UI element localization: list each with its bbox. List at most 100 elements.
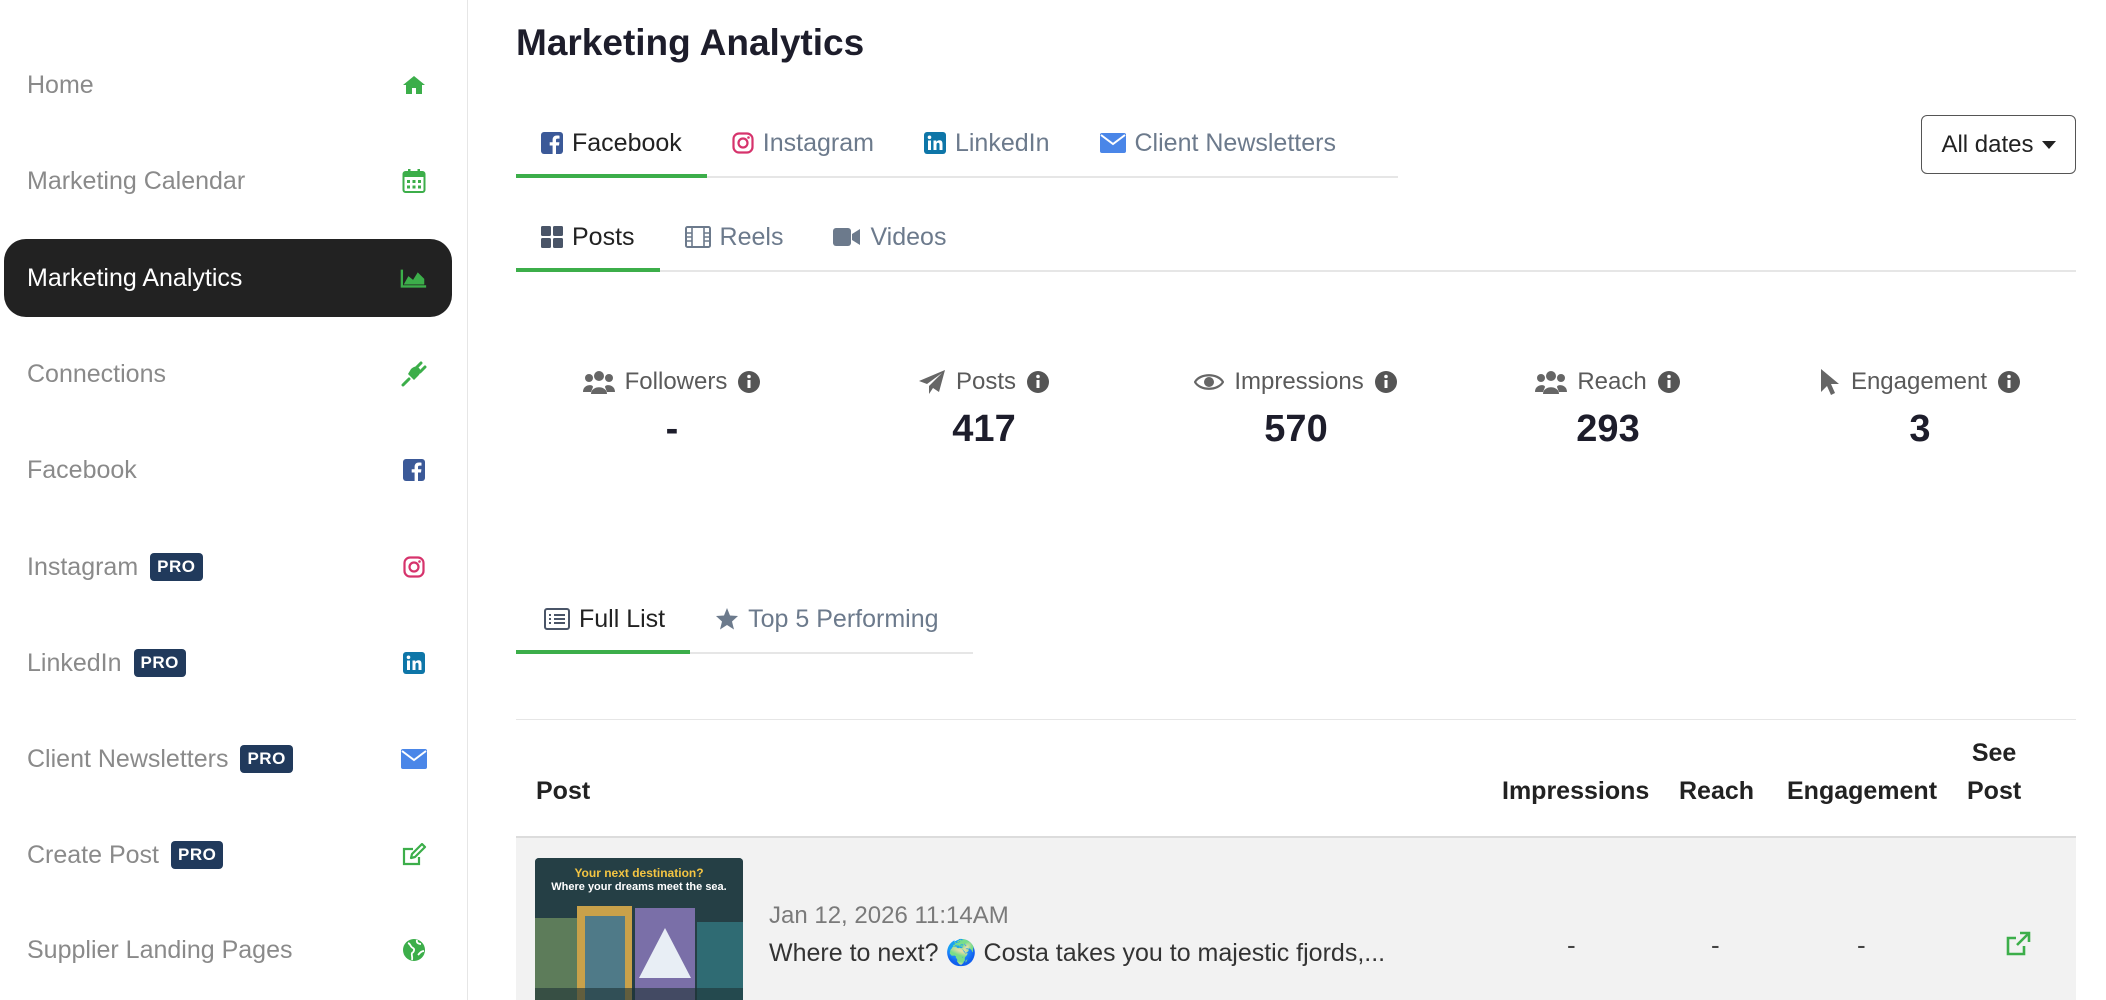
tab-facebook[interactable]: Facebook <box>516 110 707 178</box>
plug-icon <box>400 360 428 388</box>
sidebar-item-instagram[interactable]: Instagram PRO <box>4 528 452 606</box>
post-date: Jan 12, 2026 11:14AM <box>769 902 1009 929</box>
tab-label: Videos <box>870 222 947 251</box>
tab-label: LinkedIn <box>954 128 1050 157</box>
sidebar-item-label: Instagram <box>27 552 139 581</box>
instagram-icon <box>400 553 428 581</box>
home-icon <box>400 71 428 99</box>
instagram-icon <box>732 132 754 154</box>
stat-label: Impressions <box>1234 368 1364 395</box>
envelope-icon <box>400 745 428 773</box>
sidebar: Home Marketing Calendar Marketing Analyt… <box>0 0 468 1000</box>
date-filter-dropdown[interactable]: All dates <box>1921 115 2076 174</box>
stat-engagement: Engagement 3 <box>1764 368 2076 451</box>
tab-top-5-performing[interactable]: Top 5 Performing <box>690 586 963 652</box>
pro-badge: PRO <box>171 841 224 869</box>
sidebar-item-label: Client Newsletters <box>27 744 229 773</box>
content-type-tabs: Posts Reels Videos <box>516 204 2076 272</box>
sidebar-item-label: Home <box>27 70 94 99</box>
globe-icon <box>400 936 428 964</box>
sidebar-item-label: Marketing Calendar <box>27 166 246 195</box>
pro-badge: PRO <box>240 745 293 773</box>
info-icon[interactable] <box>1026 370 1050 394</box>
tab-linkedin[interactable]: LinkedIn <box>899 110 1075 176</box>
external-link-icon[interactable] <box>2004 930 2034 960</box>
sidebar-item-label: Connections <box>27 359 166 388</box>
sidebar-item-label: Supplier Landing Pages <box>27 935 293 964</box>
tab-label: Top 5 Performing <box>748 604 939 633</box>
posts-table: Post Impressions Reach Engagement See Po… <box>516 719 2076 1000</box>
stat-impressions: Impressions 570 <box>1140 368 1452 451</box>
tab-full-list[interactable]: Full List <box>516 586 691 654</box>
col-engagement[interactable]: Engagement <box>1787 772 1937 810</box>
area-chart-icon <box>400 264 428 292</box>
caret-down-icon <box>2041 140 2056 149</box>
list-icon <box>544 608 570 630</box>
sidebar-item-label: Marketing Analytics <box>27 263 243 292</box>
tab-posts[interactable]: Posts <box>516 204 660 272</box>
grid-icon <box>541 226 563 248</box>
facebook-icon <box>541 132 563 154</box>
tab-label: Posts <box>572 222 635 251</box>
post-text: Where to next? 🌍 Costa takes you to maje… <box>769 939 1386 967</box>
envelope-icon <box>1099 133 1126 153</box>
tab-label: Instagram <box>762 128 874 157</box>
sidebar-item-supplier-landing-pages[interactable]: Supplier Landing Pages <box>4 911 452 989</box>
video-camera-icon <box>833 228 861 246</box>
facebook-icon <box>400 456 428 484</box>
stat-value: - <box>665 408 679 450</box>
col-reach[interactable]: Reach <box>1679 772 1754 810</box>
film-icon <box>684 226 711 248</box>
stat-value: 293 <box>1576 408 1640 450</box>
sidebar-item-marketing-analytics[interactable]: Marketing Analytics <box>4 239 452 317</box>
stat-label: Engagement <box>1850 368 1988 395</box>
stat-label: Followers <box>624 368 728 395</box>
col-post[interactable]: Post <box>536 772 590 810</box>
platform-tabs: Facebook Instagram LinkedIn Client Newsl… <box>516 110 1398 178</box>
tab-label: Reels <box>719 222 784 251</box>
sidebar-item-facebook[interactable]: Facebook <box>4 431 452 509</box>
users-icon <box>582 370 615 394</box>
sidebar-item-linkedin[interactable]: LinkedIn PRO <box>4 624 452 702</box>
sidebar-item-marketing-calendar[interactable]: Marketing Calendar <box>4 142 452 220</box>
stat-label: Reach <box>1577 368 1647 395</box>
users-icon <box>1535 370 1568 394</box>
cell-reach: - <box>1711 930 1720 960</box>
stat-reach: Reach 293 <box>1452 368 1764 451</box>
sidebar-item-create-post[interactable]: Create Post PRO <box>4 816 452 894</box>
tab-label: Full List <box>579 604 666 633</box>
linkedin-icon <box>400 649 428 677</box>
sidebar-item-label: LinkedIn <box>27 648 122 677</box>
page-title: Marketing Analytics <box>516 22 865 63</box>
sidebar-item-connections[interactable]: Connections <box>4 335 452 413</box>
info-icon[interactable] <box>737 370 761 394</box>
tab-client-newsletters[interactable]: Client Newsletters <box>1075 110 1361 176</box>
tab-videos[interactable]: Videos <box>808 204 971 270</box>
tab-label: Client Newsletters <box>1134 128 1336 157</box>
stat-value: 570 <box>1264 408 1328 450</box>
info-icon[interactable] <box>1997 370 2021 394</box>
stat-label: Posts <box>955 368 1017 395</box>
star-icon <box>716 608 739 630</box>
info-icon[interactable] <box>1657 370 1681 394</box>
col-impressions[interactable]: Impressions <box>1502 772 1649 810</box>
sidebar-item-client-newsletters[interactable]: Client Newsletters PRO <box>4 720 452 798</box>
calendar-icon <box>400 167 428 195</box>
sidebar-item-home[interactable]: Home <box>4 46 452 124</box>
tab-reels[interactable]: Reels <box>660 204 809 270</box>
info-icon[interactable] <box>1374 370 1398 394</box>
stat-value: 3 <box>1909 408 1931 450</box>
stats-summary: Followers - Posts 417 Impressions 570 Re… <box>516 368 2076 451</box>
post-thumbnail: Your next destination? Where your dreams… <box>535 858 743 1000</box>
linkedin-icon <box>923 132 946 154</box>
pro-badge: PRO <box>150 553 203 581</box>
table-row: Your next destination? Where your dreams… <box>516 838 2076 1000</box>
col-see-post-line1: See <box>1971 739 2017 767</box>
col-see-post: See Post <box>1967 734 2021 810</box>
table-header: Post Impressions Reach Engagement See Po… <box>516 720 2076 838</box>
edit-icon <box>400 841 428 869</box>
cell-impressions: - <box>1567 930 1576 960</box>
pointer-icon <box>1819 368 1841 396</box>
thumbnail-headline: Your next destination? <box>574 866 704 880</box>
tab-instagram[interactable]: Instagram <box>707 110 899 176</box>
